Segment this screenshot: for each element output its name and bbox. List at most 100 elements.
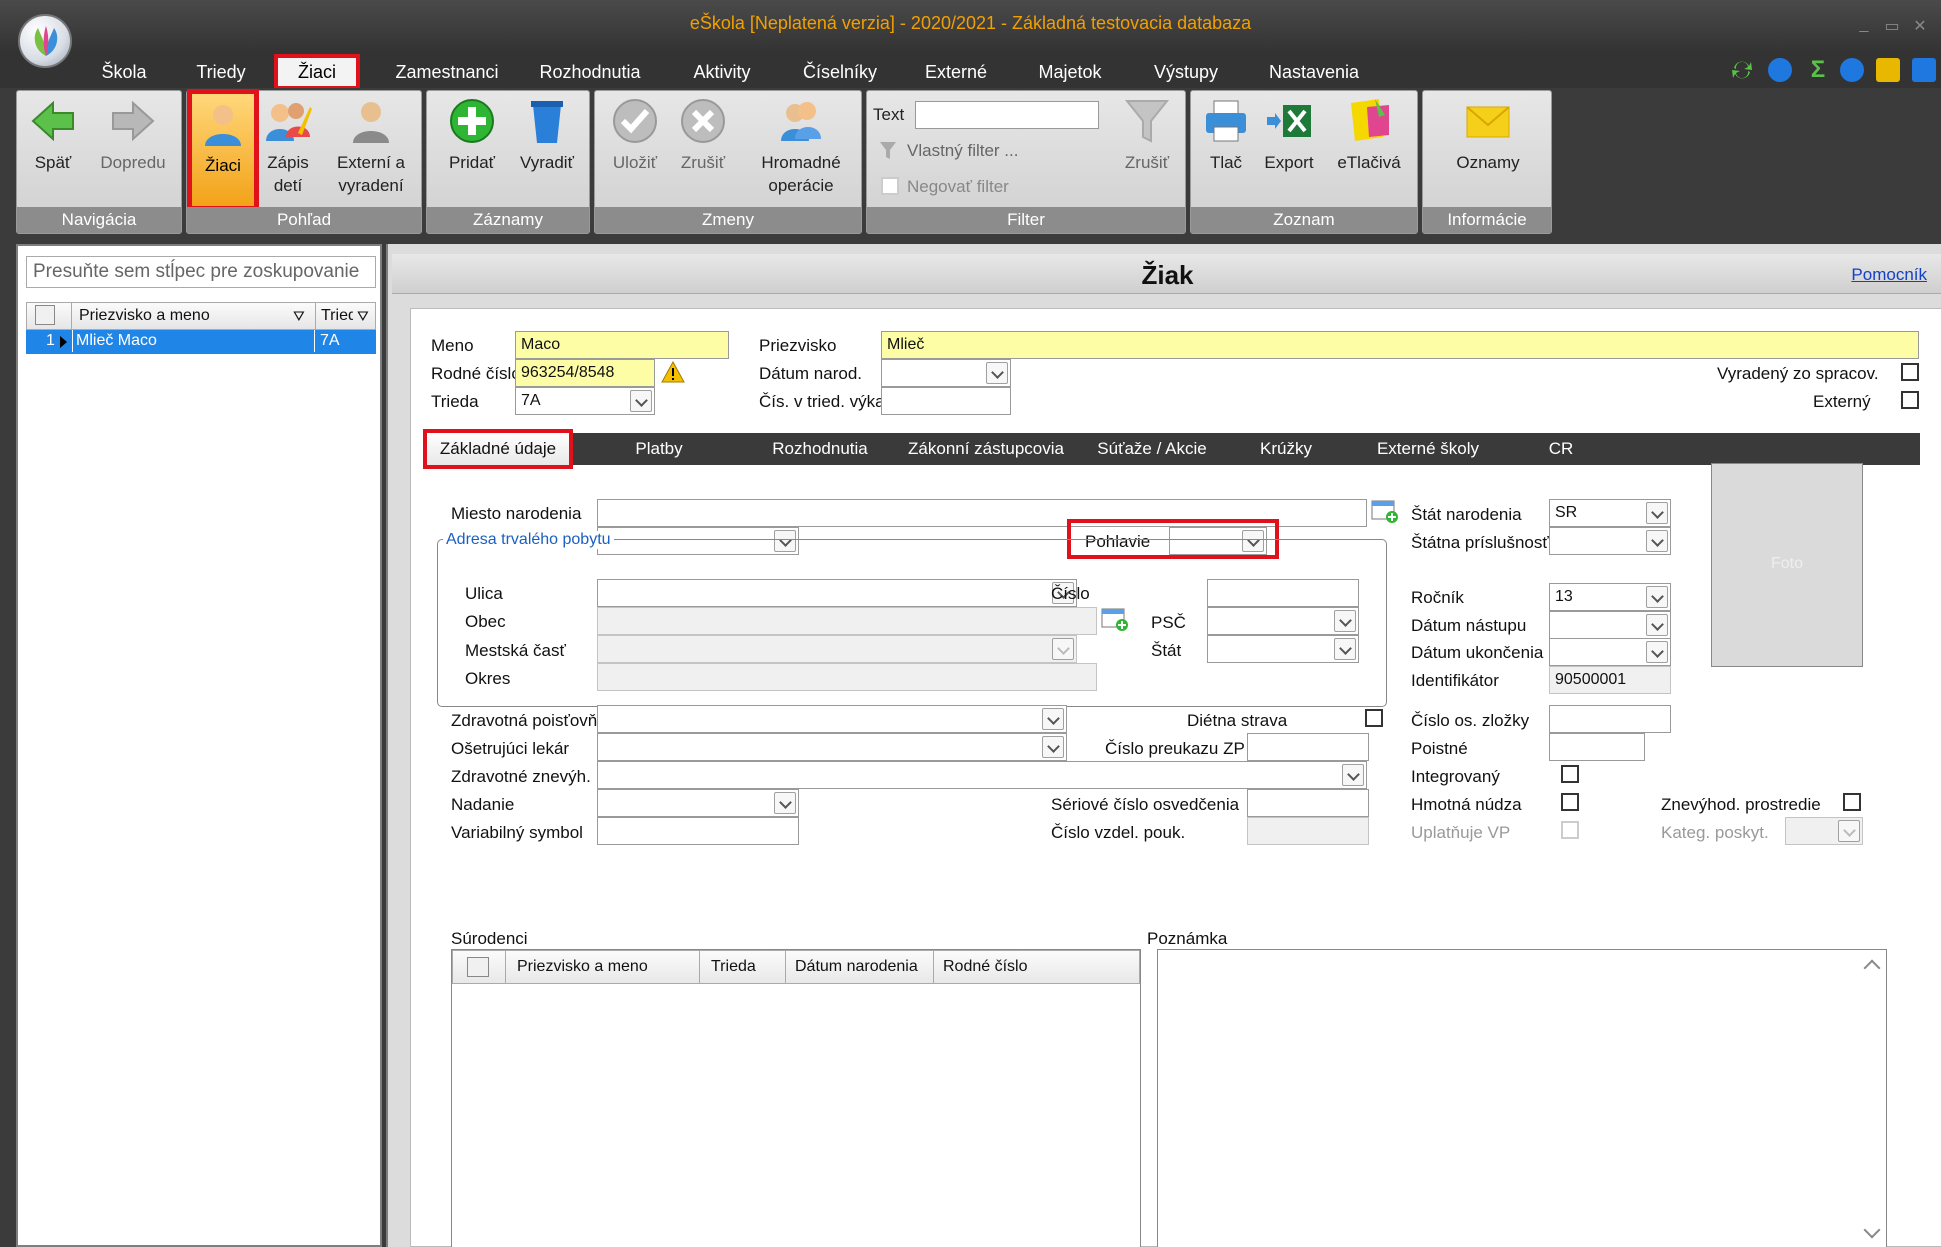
- provision-category-select[interactable]: [1785, 817, 1863, 845]
- menu-ziaci[interactable]: Žiaci: [274, 54, 360, 90]
- end-date-input[interactable]: [1549, 638, 1671, 666]
- chevron-down-icon[interactable]: [986, 362, 1008, 384]
- chevron-down-icon[interactable]: [1646, 641, 1668, 663]
- external-checkbox[interactable]: [1901, 391, 1919, 409]
- maximize-button[interactable]: ▭: [1882, 16, 1902, 35]
- external-button[interactable]: Externí a vyradení: [323, 97, 419, 197]
- announcements-button[interactable]: Oznamy: [1443, 97, 1533, 174]
- birth-date-input[interactable]: [881, 359, 1011, 387]
- chevron-down-icon[interactable]: [774, 792, 796, 814]
- premium-input[interactable]: [1549, 733, 1645, 761]
- tab-platby[interactable]: Platby: [611, 433, 707, 465]
- app-logo[interactable]: [18, 14, 72, 68]
- certificate-serial-input[interactable]: [1247, 789, 1369, 817]
- identifier-input[interactable]: 90500001: [1549, 666, 1671, 694]
- enroll-button[interactable]: Zápis detí: [259, 97, 317, 197]
- filter-icon[interactable]: ⛛: [293, 303, 305, 329]
- menu-externe[interactable]: Externé: [920, 58, 992, 86]
- back-button[interactable]: Späť: [27, 97, 79, 174]
- tab-zakladne-udaje[interactable]: Základné údaje: [423, 429, 573, 469]
- add-table-icon[interactable]: [1101, 607, 1129, 638]
- help-icon[interactable]: [1840, 58, 1864, 82]
- custom-filter-link[interactable]: Vlastný filter ...: [907, 141, 1018, 161]
- info-icon[interactable]: [1768, 58, 1792, 82]
- scroll-up-icon[interactable]: [1863, 959, 1881, 977]
- start-date-input[interactable]: [1549, 611, 1671, 639]
- column-chooser-icon[interactable]: [467, 957, 489, 977]
- photo-box[interactable]: Foto: [1711, 463, 1863, 667]
- minimize-button[interactable]: _: [1854, 16, 1874, 34]
- diet-checkbox[interactable]: [1365, 709, 1383, 727]
- surname-input[interactable]: Mlieč: [881, 331, 1919, 359]
- material-need-checkbox[interactable]: [1561, 793, 1579, 811]
- integrated-checkbox[interactable]: [1561, 765, 1579, 783]
- filter-text-input[interactable]: [915, 101, 1099, 129]
- education-voucher-input[interactable]: [1247, 817, 1369, 845]
- col-header-class[interactable]: Trieda: [321, 303, 353, 329]
- sib-col-class[interactable]: Trieda: [711, 951, 756, 983]
- tab-cr[interactable]: CR: [1531, 433, 1591, 465]
- add-table-icon[interactable]: [1371, 499, 1399, 530]
- tab-sutaze-akcie[interactable]: Súťaže / Akcie: [1087, 433, 1217, 465]
- chevron-down-icon[interactable]: [1646, 614, 1668, 636]
- scroll-down-icon[interactable]: [1863, 1221, 1881, 1239]
- chevron-down-icon[interactable]: [1042, 736, 1064, 758]
- health-insurer-select[interactable]: [597, 705, 1067, 733]
- variable-symbol-input[interactable]: [597, 817, 799, 845]
- grade-select[interactable]: 13: [1549, 583, 1671, 611]
- column-chooser-icon[interactable]: [35, 305, 55, 325]
- cancel-changes-button[interactable]: Zrušiť: [673, 97, 733, 174]
- chevron-down-icon[interactable]: [1646, 530, 1668, 552]
- refresh-icon[interactable]: [1730, 58, 1754, 82]
- chevron-down-icon[interactable]: [630, 390, 652, 412]
- menu-triedy[interactable]: Triedy: [186, 58, 256, 86]
- menu-nastavenia[interactable]: Nastavenia: [1262, 58, 1366, 86]
- cancel-filter-button[interactable]: Zrušiť: [1117, 97, 1177, 174]
- insurance-card-input[interactable]: [1247, 733, 1369, 761]
- discard-button[interactable]: Vyradiť: [511, 97, 583, 174]
- add-button[interactable]: Pridať: [437, 97, 507, 174]
- menu-ciselniky[interactable]: Číselníky: [798, 58, 882, 86]
- sib-col-birthdate[interactable]: Dátum narodenia: [795, 951, 918, 983]
- house-number-input[interactable]: [1207, 579, 1359, 607]
- chevron-down-icon[interactable]: [1646, 586, 1668, 608]
- street-select[interactable]: [597, 579, 1077, 607]
- sigma-icon[interactable]: Σ: [1806, 58, 1830, 82]
- note-textarea[interactable]: [1157, 949, 1887, 1247]
- print-button[interactable]: Tlač: [1199, 97, 1253, 174]
- chevron-down-icon[interactable]: [1042, 708, 1064, 730]
- helper-link[interactable]: Pomocník: [1851, 265, 1927, 285]
- eprint-button[interactable]: eTlačivá: [1329, 97, 1409, 174]
- chevron-down-icon[interactable]: [1342, 764, 1364, 786]
- disability-select[interactable]: [597, 761, 1367, 789]
- menu-aktivity[interactable]: Aktivity: [684, 58, 760, 86]
- tab-zakonni-zastupcovia[interactable]: Zákonní zástupcovia: [901, 433, 1071, 465]
- chevron-down-icon[interactable]: [1646, 502, 1668, 524]
- city-district-select[interactable]: [597, 635, 1077, 663]
- tab-kruzky[interactable]: Krúžky: [1241, 433, 1331, 465]
- postal-code-select[interactable]: [1207, 607, 1359, 635]
- chevron-down-icon[interactable]: [1334, 610, 1356, 632]
- personal-file-input[interactable]: [1549, 705, 1671, 733]
- save-button[interactable]: Uložiť: [605, 97, 665, 174]
- talent-select[interactable]: [597, 789, 799, 817]
- first-name-input[interactable]: Maco: [515, 331, 729, 359]
- excluded-checkbox[interactable]: [1901, 363, 1919, 381]
- tab-rozhodnutia[interactable]: Rozhodnutia: [755, 433, 885, 465]
- export-button[interactable]: Export: [1257, 97, 1321, 174]
- chevron-down-icon[interactable]: [1838, 820, 1860, 842]
- chevron-down-icon[interactable]: [1052, 638, 1074, 660]
- col-header-name[interactable]: Priezvisko a meno: [79, 303, 210, 329]
- user-card-icon[interactable]: [1912, 58, 1936, 82]
- menu-majetok[interactable]: Majetok: [1034, 58, 1106, 86]
- forward-button[interactable]: Dopredu: [93, 97, 173, 174]
- tab-externe-skoly[interactable]: Externé školy: [1363, 433, 1493, 465]
- doctor-select[interactable]: [597, 733, 1067, 761]
- birth-number-input[interactable]: 963254/8548: [515, 359, 655, 387]
- disadvantaged-checkbox[interactable]: [1843, 793, 1861, 811]
- applies-vp-checkbox[interactable]: [1561, 821, 1579, 839]
- negate-filter-checkbox[interactable]: [881, 177, 899, 195]
- town-input[interactable]: [597, 607, 1097, 635]
- county-input[interactable]: [597, 663, 1097, 691]
- birth-country-select[interactable]: SR: [1549, 499, 1671, 527]
